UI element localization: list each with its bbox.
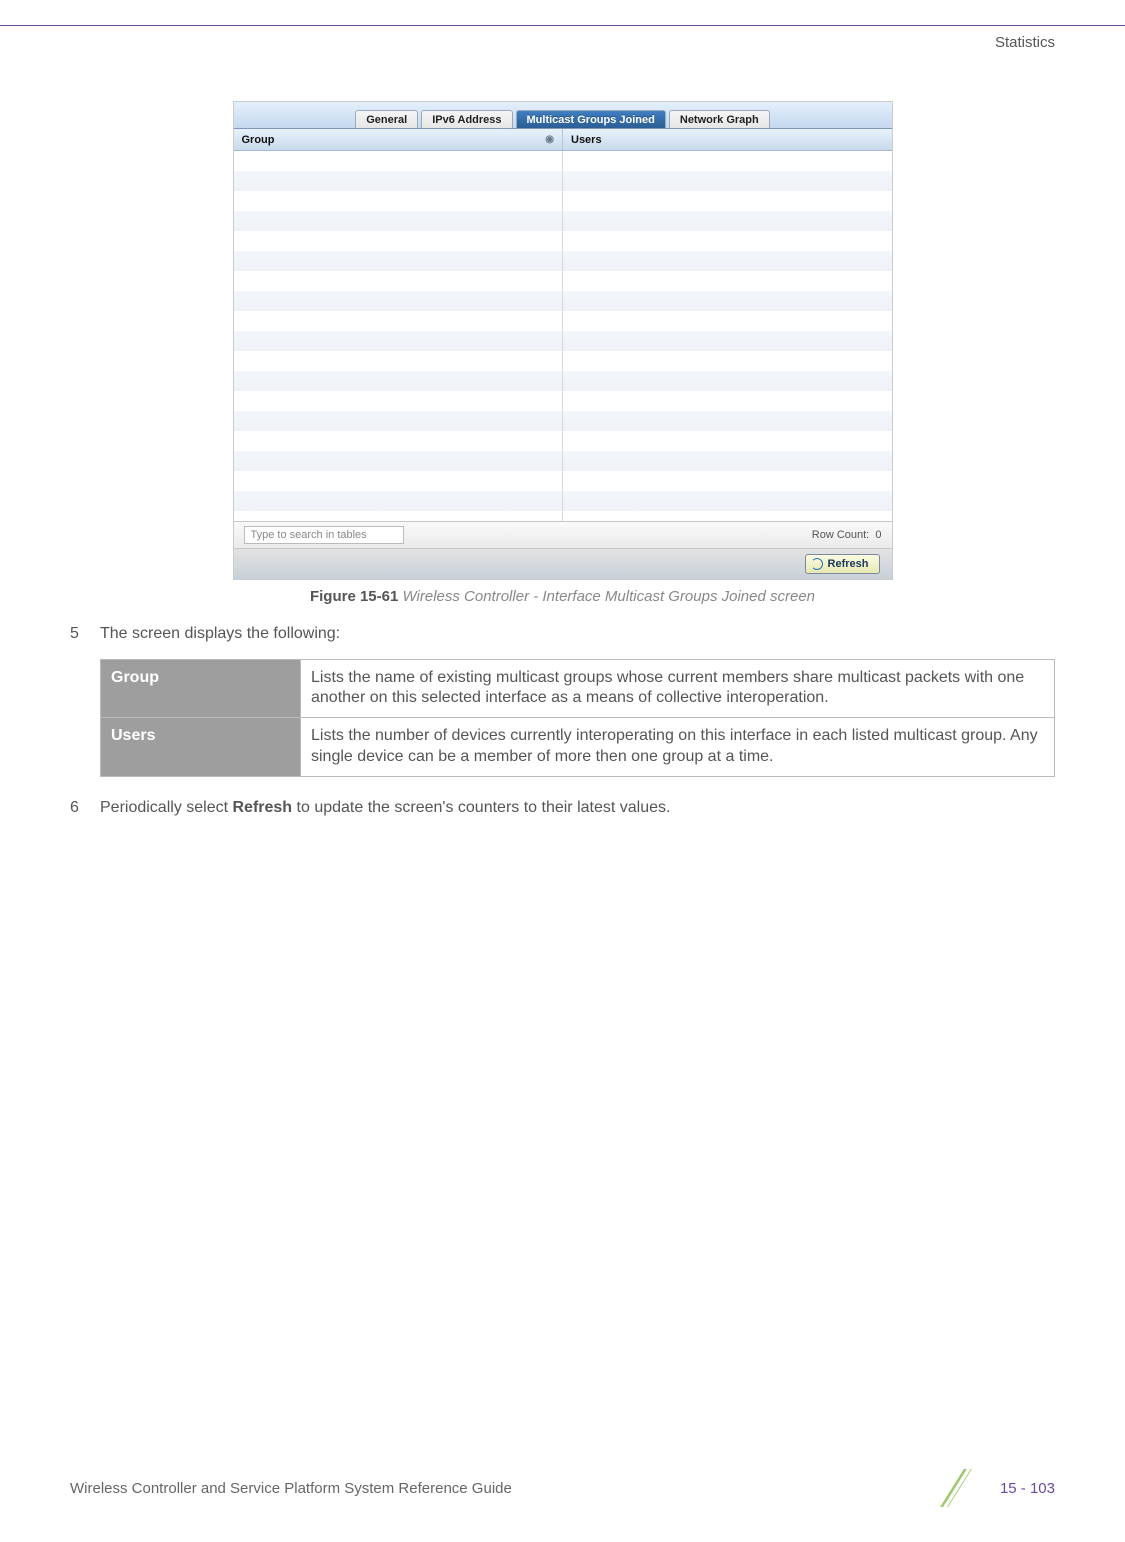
table-row: Users Lists the number of devices curren… bbox=[101, 718, 1055, 777]
tab-bar: General IPv6 Address Multicast Groups Jo… bbox=[234, 102, 892, 129]
refresh-label: Refresh bbox=[828, 558, 869, 570]
page-number: 15 - 103 bbox=[1000, 1480, 1055, 1497]
table-column bbox=[234, 151, 564, 521]
table-row: Group Lists the name of existing multica… bbox=[101, 659, 1055, 718]
row-count: Row Count: 0 bbox=[812, 529, 882, 541]
section-header: Statistics bbox=[0, 26, 1125, 51]
column-header-label: Users bbox=[571, 134, 602, 146]
tab-multicast-groups-joined[interactable]: Multicast Groups Joined bbox=[516, 110, 666, 128]
step-6: 6 Periodically select Refresh to update … bbox=[70, 797, 1055, 819]
slash-icon bbox=[952, 1469, 990, 1507]
table-label-users: Users bbox=[101, 718, 301, 777]
figure-caption: Figure 15-61 Wireless Controller - Inter… bbox=[70, 588, 1055, 605]
figure-label: Figure 15-61 bbox=[310, 588, 398, 605]
page-footer: Wireless Controller and Service Platform… bbox=[0, 1469, 1125, 1507]
search-input[interactable] bbox=[244, 526, 404, 544]
table-desc-users: Lists the number of devices currently in… bbox=[301, 718, 1055, 777]
column-header-users[interactable]: Users bbox=[563, 129, 892, 150]
step-5: 5 The screen displays the following: bbox=[70, 623, 1055, 645]
table-desc-group: Lists the name of existing multicast gro… bbox=[301, 659, 1055, 718]
column-header-group[interactable]: Group ◉ bbox=[234, 129, 564, 150]
figure-description: Wireless Controller - Interface Multicas… bbox=[403, 588, 816, 605]
step-text: Periodically select Refresh to update th… bbox=[100, 797, 670, 819]
table-column bbox=[563, 151, 892, 521]
page-content: General IPv6 Address Multicast Groups Jo… bbox=[0, 51, 1125, 818]
table-toolbar: Row Count: 0 bbox=[234, 521, 892, 549]
column-header-label: Group bbox=[242, 134, 275, 146]
table-label-group: Group bbox=[101, 659, 301, 718]
refresh-button[interactable]: Refresh bbox=[805, 554, 880, 574]
footer-guide-title: Wireless Controller and Service Platform… bbox=[70, 1480, 512, 1497]
sort-icon[interactable]: ◉ bbox=[545, 134, 554, 145]
row-count-value: 0 bbox=[875, 529, 881, 541]
description-table: Group Lists the name of existing multica… bbox=[100, 659, 1055, 777]
step-number: 6 bbox=[70, 797, 88, 819]
button-bar: Refresh bbox=[234, 549, 892, 579]
refresh-keyword: Refresh bbox=[233, 799, 293, 816]
table-header-row: Group ◉ Users bbox=[234, 129, 892, 151]
tab-network-graph[interactable]: Network Graph bbox=[669, 110, 770, 128]
refresh-icon bbox=[811, 558, 823, 570]
page-badge: 15 - 103 bbox=[952, 1469, 1055, 1507]
screenshot-figure: General IPv6 Address Multicast Groups Jo… bbox=[233, 101, 893, 580]
row-count-label: Row Count: bbox=[812, 529, 869, 541]
step-number: 5 bbox=[70, 623, 88, 645]
tab-general[interactable]: General bbox=[355, 110, 418, 128]
tab-ipv6-address[interactable]: IPv6 Address bbox=[421, 110, 512, 128]
step-text: The screen displays the following: bbox=[100, 623, 340, 645]
table-body bbox=[234, 151, 892, 521]
